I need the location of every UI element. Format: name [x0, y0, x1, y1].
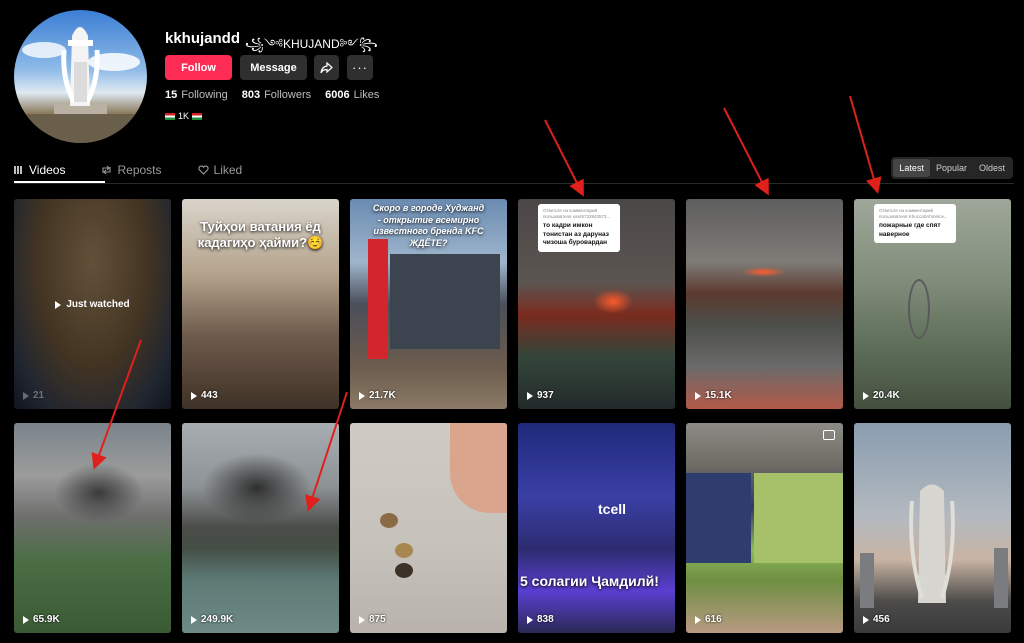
view-count: 15.1K: [695, 390, 732, 401]
play-icon: [695, 615, 701, 624]
repost-icon: [102, 165, 112, 175]
sort-oldest[interactable]: Oldest: [973, 159, 1011, 177]
video-card[interactable]: Ответьте на комментарий пользователя use…: [518, 199, 675, 409]
play-icon: [527, 615, 533, 624]
view-count: 456: [863, 614, 890, 625]
share-button[interactable]: [314, 55, 339, 80]
monument-image: [14, 27, 147, 143]
video-card[interactable]: 456: [854, 423, 1011, 633]
fire-glow: [741, 267, 786, 277]
monument-outline: [908, 279, 930, 339]
grid-icon: [14, 166, 22, 174]
annotation-arrow: [723, 107, 769, 196]
play-icon: [191, 615, 197, 624]
view-count: 21: [23, 390, 44, 401]
video-caption: Туйҳои ватания ёд кадагиҳо ҳайми?☺️: [197, 219, 324, 251]
smoke-cloud: [202, 453, 312, 523]
followers-stat[interactable]: 803 Followers: [242, 89, 311, 101]
view-count: 65.9K: [23, 614, 60, 625]
heart-icon: [197, 165, 209, 175]
kfc-facade-red: [368, 239, 388, 359]
monument-image: [860, 484, 1008, 608]
just-watched-label: Just watched: [14, 299, 171, 310]
likes-stat: 6006 Likes: [325, 89, 380, 101]
grapes-green: [754, 473, 843, 563]
video-grid: Just watched 21 Туйҳои ватания ёд кадаги…: [14, 199, 1011, 633]
grapes-dark: [686, 473, 751, 563]
building-facade: [390, 254, 500, 349]
tajikistan-flag-icon: [165, 112, 175, 120]
video-card[interactable]: Скоро в городе Худжанд - открытие всемир…: [350, 199, 507, 409]
tab-reposts[interactable]: Reposts: [101, 157, 162, 183]
video-card[interactable]: Ответьте на комментарий пользователя Khu…: [854, 199, 1011, 409]
annotation-arrow: [849, 95, 882, 194]
stage-banner-text: 5 солагии Ҷамдилй!: [520, 573, 659, 589]
play-icon: [23, 615, 29, 624]
video-card[interactable]: tcell 5 солагии Ҷамдилй! 838: [518, 423, 675, 633]
username: kkhujandd: [165, 30, 241, 47]
play-icon: [863, 615, 869, 624]
comment-reply-bubble: Ответьте на комментарий пользователя Khu…: [874, 204, 956, 244]
play-icon: [23, 391, 29, 400]
fire-glow: [593, 289, 633, 314]
play-icon: [695, 391, 701, 400]
gallery-icon: [823, 430, 835, 440]
tcell-logo: tcell: [598, 501, 627, 517]
view-count: 249.9K: [191, 614, 233, 625]
comment-reply-bubble: Ответьте на комментарий пользователя use…: [538, 204, 620, 252]
video-card[interactable]: 65.9K: [14, 423, 171, 633]
video-card[interactable]: 249.9K: [182, 423, 339, 633]
video-card[interactable]: Туйҳои ватания ёд кадагиҳо ҳайми?☺️ 443: [182, 199, 339, 409]
view-count: 937: [527, 390, 554, 401]
chick-figure: [395, 563, 413, 578]
profile-bio: 1K: [165, 111, 203, 121]
video-card[interactable]: 15.1K: [686, 199, 843, 409]
share-icon: [320, 61, 333, 73]
tajikistan-flag-icon: [192, 112, 203, 120]
video-card[interactable]: 875: [350, 423, 507, 633]
view-count: 838: [527, 614, 554, 625]
more-options-button[interactable]: ···: [347, 55, 373, 80]
view-count: 20.4K: [863, 390, 900, 401]
follow-button[interactable]: Follow: [165, 55, 232, 80]
chick-figure: [395, 543, 413, 558]
video-caption: Скоро в городе Худжанд - открытие всемир…: [372, 203, 485, 249]
view-count: 875: [359, 614, 386, 625]
sort-latest[interactable]: Latest: [893, 159, 930, 177]
chick-figure: [380, 513, 398, 528]
tabs-divider: [14, 183, 1014, 184]
sort-popular[interactable]: Popular: [930, 159, 973, 177]
profile-avatar[interactable]: [14, 10, 147, 143]
following-stat[interactable]: 15 Following: [165, 89, 228, 101]
profile-tabs: Videos Reposts Liked: [14, 157, 278, 183]
view-count: 616: [695, 614, 722, 625]
smoke-cloud: [54, 463, 144, 523]
view-count: 21.7K: [359, 390, 396, 401]
video-card[interactable]: 616: [686, 423, 843, 633]
play-icon: [527, 391, 533, 400]
child-figure: [450, 423, 507, 513]
tab-videos[interactable]: Videos: [14, 157, 65, 183]
profile-stats: 15 Following 803 Followers 6006 Likes: [165, 89, 379, 101]
play-icon: [863, 391, 869, 400]
view-count: 443: [191, 390, 218, 401]
tab-liked[interactable]: Liked: [197, 157, 242, 183]
message-button[interactable]: Message: [240, 55, 307, 80]
play-icon: [191, 391, 197, 400]
sort-toggle: Latest Popular Oldest: [891, 157, 1013, 179]
play-icon: [359, 391, 365, 400]
play-icon: [359, 615, 365, 624]
video-card[interactable]: Just watched 21: [14, 199, 171, 409]
